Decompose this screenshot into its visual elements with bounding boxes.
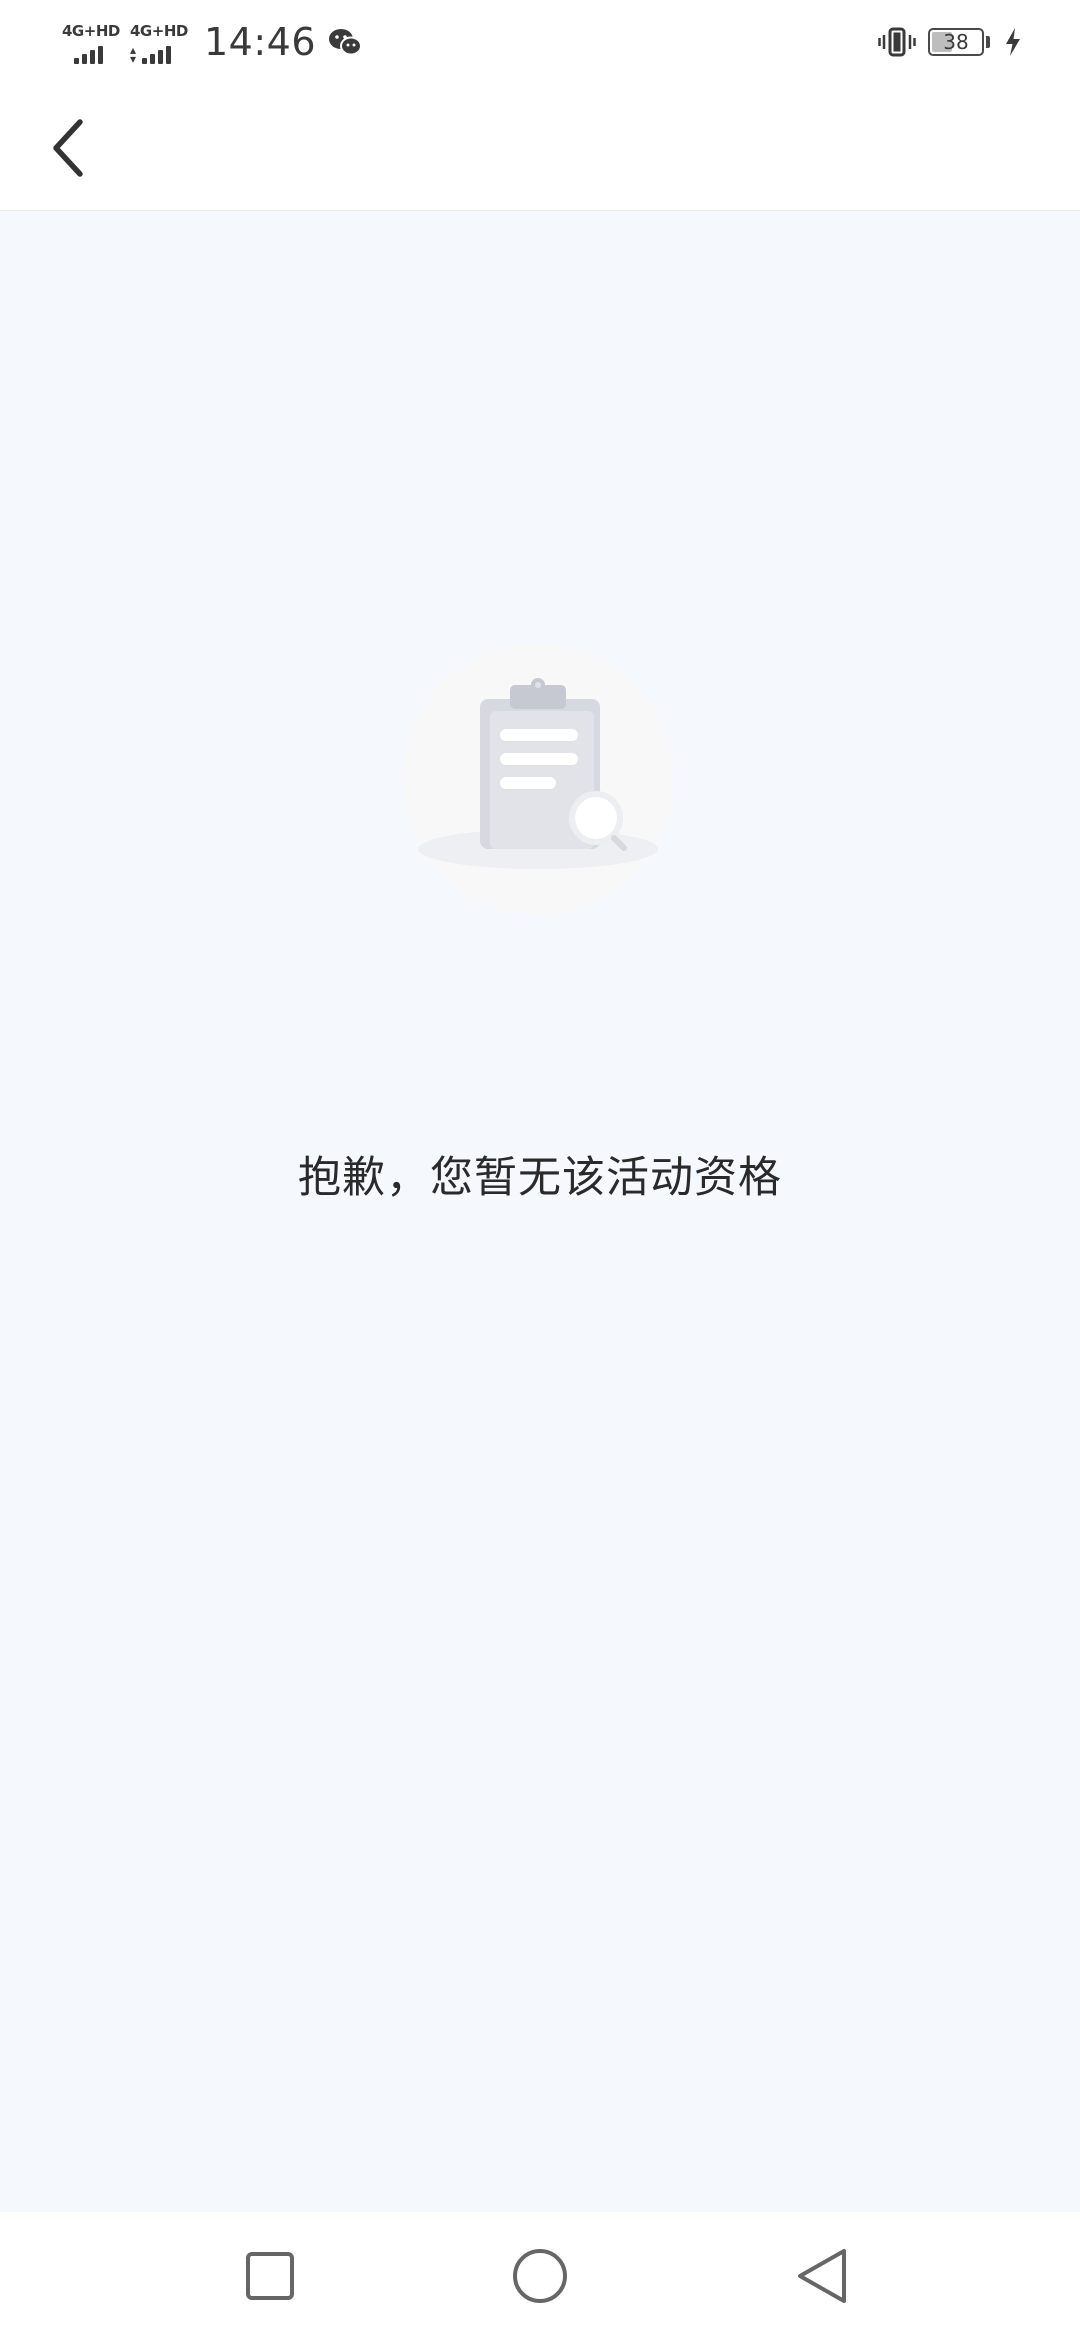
header (0, 84, 1080, 211)
triangle-back-icon (798, 2249, 846, 2303)
back-button[interactable] (28, 108, 108, 188)
status-bar: 4G+HD 4G+HD ▴ ▾ 14:46 38 (0, 0, 1080, 84)
clipboard-search-icon (402, 643, 674, 915)
circle-icon (513, 2249, 567, 2303)
vibrate-icon (878, 27, 916, 57)
empty-state-message: 抱歉，您暂无该活动资格 (298, 1153, 782, 1203)
system-back-button[interactable] (780, 2234, 864, 2318)
signal-icon (142, 46, 171, 64)
chevron-left-icon (53, 119, 83, 177)
main-content: 抱歉，您暂无该活动资格 (0, 211, 1080, 2212)
battery-icon: 38 (928, 28, 984, 56)
home-button[interactable] (498, 2234, 582, 2318)
sim1-network-type: 4G+HD (62, 22, 120, 40)
square-icon (246, 2252, 294, 2300)
status-left: 4G+HD 4G+HD ▴ ▾ 14:46 (62, 16, 363, 68)
battery-cap (986, 36, 990, 48)
signal-icon (74, 46, 103, 64)
charging-icon (1006, 28, 1020, 56)
data-activity-icon: ▴ ▾ (130, 43, 137, 66)
sim1-signal: 4G+HD (62, 20, 122, 64)
wechat-icon (329, 29, 363, 56)
sim2-signal: 4G+HD ▴ ▾ (130, 20, 190, 66)
battery-percent: 38 (943, 30, 969, 54)
status-right: 38 (878, 22, 1022, 62)
sim2-network-type: 4G+HD (130, 22, 188, 40)
status-time: 14:46 (204, 20, 317, 64)
navigation-bar (0, 2212, 1080, 2340)
recent-apps-button[interactable] (228, 2234, 312, 2318)
